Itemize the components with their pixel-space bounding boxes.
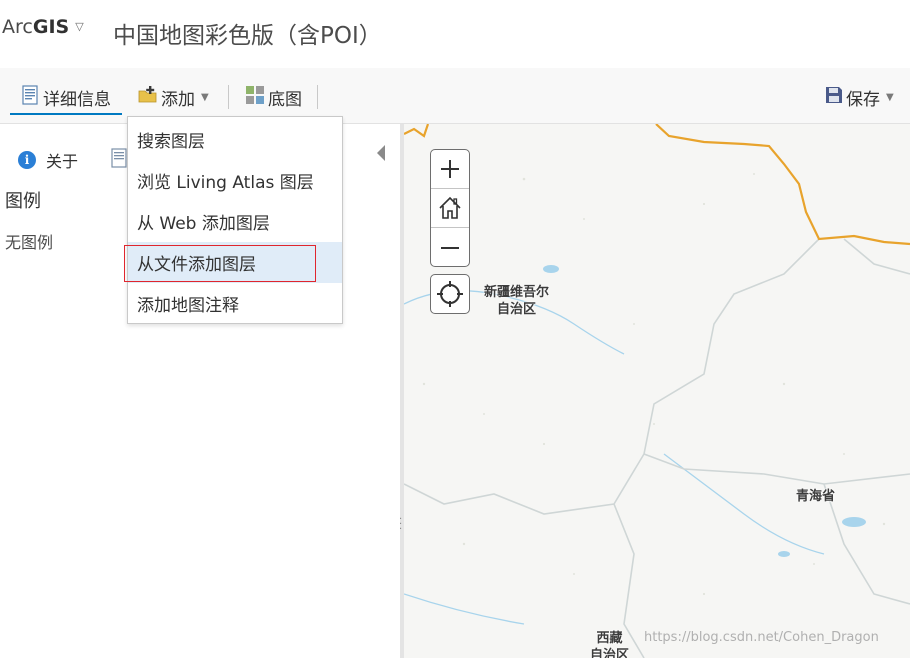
zoom-out-button[interactable]: [431, 228, 469, 267]
details-document-icon: [20, 84, 40, 110]
menu-item-browse-living-atlas[interactable]: 浏览 Living Atlas 图层: [128, 160, 342, 201]
legend-title: 图例: [5, 191, 41, 212]
menu-item-add-map-notes[interactable]: 添加地图注释: [128, 283, 342, 324]
basemap-label: 底图: [268, 89, 302, 110]
arcgis-map-viewer: ArcGIS ▽ 中国地图彩色版（含POI） 详细信息 添加 ▼ 底图 保存 ▼…: [0, 0, 910, 658]
arcgis-brand-menu[interactable]: ArcGIS ▽: [2, 16, 84, 38]
home-icon: [439, 196, 461, 219]
map-title: 中国地图彩色版（含POI）: [113, 23, 382, 49]
save-disk-icon: [825, 86, 843, 109]
plus-icon: [441, 160, 459, 178]
map-label-xinjiang-line1: 新疆维吾尔: [484, 285, 550, 300]
minus-icon: [441, 246, 459, 249]
save-dropdown-caret-icon: ▼: [886, 91, 894, 103]
basemap-button[interactable]: 底图: [245, 84, 302, 110]
details-active-underline: [10, 113, 122, 115]
app-header: ArcGIS ▽ 中国地图彩色版（含POI）: [0, 0, 910, 68]
details-label: 详细信息: [43, 89, 111, 110]
home-button[interactable]: [431, 189, 469, 228]
save-label: 保存: [846, 89, 880, 110]
about-button[interactable]: i 关于: [18, 148, 78, 172]
save-button[interactable]: 保存 ▼: [825, 84, 894, 110]
zoom-controls: [430, 149, 470, 267]
details-button[interactable]: 详细信息: [20, 84, 111, 110]
add-layer-dropdown-menu: 搜索图层 浏览 Living Atlas 图层 从 Web 添加图层 从文件添加…: [127, 116, 343, 324]
map-label-xizang-line2: 自治区: [590, 648, 630, 658]
annotation-highlight-box: [124, 245, 316, 282]
toolbar-divider: [317, 85, 318, 109]
basemap-grid-icon: [245, 85, 265, 110]
content-document-icon[interactable]: [110, 148, 128, 172]
add-label: 添加: [161, 89, 195, 110]
map-label-xinjiang-line2: 自治区: [497, 302, 537, 317]
about-label: 关于: [46, 152, 79, 171]
map-label-qinghai: 青海省: [796, 489, 836, 504]
zoom-in-button[interactable]: [431, 150, 469, 189]
locate-crosshair-icon: [437, 281, 463, 307]
brand-text-light: Arc: [2, 16, 33, 38]
add-folder-icon: [138, 85, 158, 110]
collapse-panel-arrow-icon[interactable]: [377, 145, 385, 161]
map-label-xizang-line1: 西藏: [596, 631, 623, 646]
map-label-xinjiang: 新疆维吾尔 自治区: [484, 284, 549, 318]
toolbar-divider: [228, 85, 229, 109]
info-icon: i: [18, 151, 36, 169]
locate-button[interactable]: [430, 274, 470, 314]
brand-caret-icon: ▽: [75, 20, 84, 33]
add-button[interactable]: 添加 ▼: [138, 84, 209, 110]
add-dropdown-caret-icon: ▼: [201, 91, 209, 103]
menu-item-add-layer-from-web[interactable]: 从 Web 添加图层: [128, 201, 342, 242]
legend-empty-text: 无图例: [5, 233, 54, 252]
splitter-grip-icon[interactable]: · · ·: [399, 515, 402, 535]
blog-watermark: https://blog.csdn.net/Cohen_Dragon: [644, 630, 879, 645]
brand-text-bold: GIS: [32, 16, 70, 38]
menu-item-search-layers[interactable]: 搜索图层: [128, 119, 342, 160]
map-canvas: [404, 124, 910, 658]
map-label-xizang: 西藏 自治区: [590, 630, 629, 658]
map-view[interactable]: [404, 124, 910, 658]
